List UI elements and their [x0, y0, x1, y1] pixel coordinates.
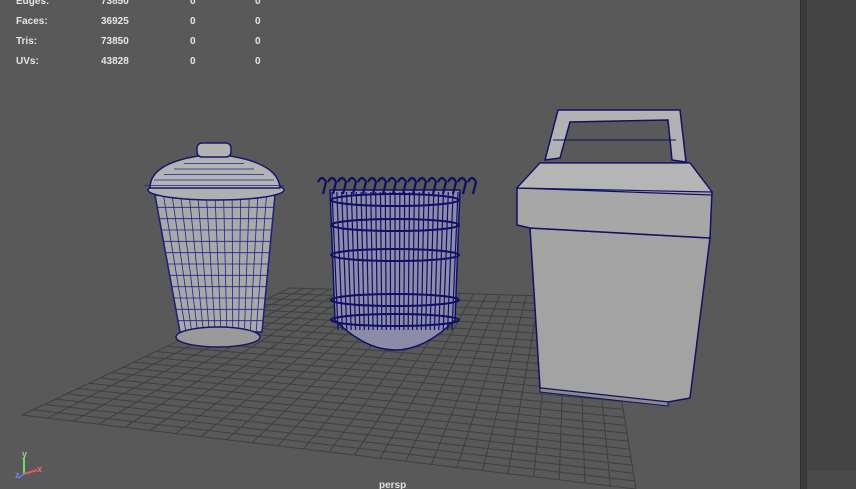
- hud-label: Faces:: [16, 16, 48, 27]
- hud-v1: 73850: [101, 36, 129, 47]
- hud-v1: 36925: [101, 16, 129, 27]
- scene-canvas[interactable]: [0, 0, 800, 489]
- hud-v3: 0: [255, 16, 261, 27]
- hud-v2: 0: [190, 16, 196, 27]
- hud-v2: 0: [190, 0, 196, 7]
- hud-label: UVs:: [16, 56, 39, 67]
- hud-row: Edges: 73850 0 0: [16, 0, 276, 12]
- axis-label-x: x: [37, 464, 43, 474]
- hud-v1: 73850: [101, 0, 129, 7]
- hud-v2: 0: [190, 36, 196, 47]
- hud-v2: 0: [190, 56, 196, 67]
- square-bin[interactable]: [515, 109, 714, 407]
- hud-row: Tris: 73850 0 0: [16, 32, 276, 52]
- camera-name-label: persp: [379, 480, 407, 489]
- axis-gizmo: [17, 458, 38, 479]
- panel-footer: [808, 471, 856, 489]
- perspective-viewport[interactable]: Edges: 73850 0 0 Faces: 36925 0 0 Tris: 73850 0 0 UV…: [0, 0, 800, 489]
- hud-v3: 0: [255, 0, 261, 7]
- panel-splitter[interactable]: [800, 0, 807, 489]
- metal-trash-can[interactable]: [144, 142, 285, 348]
- hud-row: UVs: 43828 0 0: [16, 52, 276, 72]
- slatted-bin[interactable]: [317, 176, 478, 351]
- axis-label-z: z: [15, 470, 20, 480]
- side-panel: [800, 0, 856, 489]
- poly-count-hud: Edges: 73850 0 0 Faces: 36925 0 0 Tris: 73850 0 0 UV…: [16, 0, 276, 72]
- axis-label-y: y: [22, 449, 28, 459]
- hud-label: Tris:: [16, 36, 38, 47]
- hud-row: Faces: 36925 0 0: [16, 12, 276, 32]
- hud-v3: 0: [255, 56, 261, 67]
- hud-v1: 43828: [101, 56, 129, 67]
- hud-label: Edges:: [16, 0, 50, 7]
- hud-v3: 0: [255, 36, 261, 47]
